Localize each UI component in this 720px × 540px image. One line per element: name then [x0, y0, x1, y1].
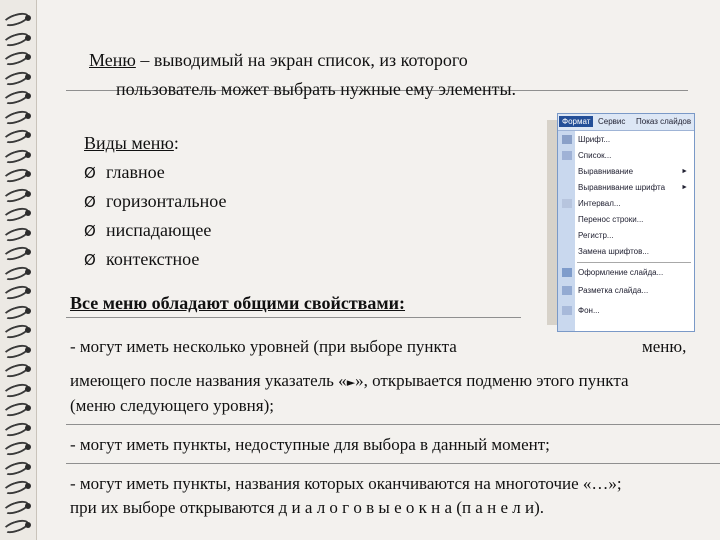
- types-item-context: Øконтекстное: [84, 249, 200, 269]
- spacing-icon: [562, 199, 572, 208]
- menu-bar-slideshow[interactable]: Показ слайдов: [636, 117, 691, 126]
- list-icon: [562, 151, 572, 160]
- menu-item-spacing[interactable]: Интервал...: [562, 196, 690, 212]
- menu-icon-gutter: [558, 131, 575, 331]
- menu-item-align[interactable]: Выравнивание ►: [578, 164, 690, 180]
- spiral-ring: [3, 285, 33, 297]
- spiral-ring: [3, 500, 33, 512]
- menu-bar-format[interactable]: Формат: [559, 116, 594, 127]
- property-1-line-2: имеющего после названия указатель «►», о…: [70, 371, 629, 390]
- spiral-ring: [3, 110, 33, 122]
- property-1-line-1b: меню,: [642, 337, 687, 356]
- menu-separator: [577, 262, 691, 263]
- spiral-ring: [3, 71, 33, 83]
- slide-design-icon: [562, 268, 572, 277]
- spiral-ring: [3, 129, 33, 141]
- spiral-ring: [3, 32, 33, 44]
- bullet-arrow-icon: Ø: [84, 193, 96, 211]
- spiral-ring: [3, 51, 33, 63]
- menu-term: Меню: [89, 50, 136, 70]
- menu-bar-service[interactable]: Сервис: [598, 117, 625, 126]
- spiral-ring: [3, 344, 33, 356]
- bullet-arrow-icon: Ø: [84, 251, 96, 269]
- menu-item-font[interactable]: Шрифт...: [562, 132, 690, 148]
- bullet-arrow-icon: Ø: [84, 222, 96, 240]
- menu-item-case[interactable]: Регистр...: [578, 228, 690, 244]
- spiral-ring: [3, 149, 33, 161]
- spiral-ring: [3, 12, 33, 24]
- dialog-windows-term: д и а л о г о в ы е о к н а (п а н е л и…: [278, 498, 544, 517]
- spiral-ring: [3, 402, 33, 414]
- menu-image-shadow: [547, 120, 557, 325]
- spiral-binding: [0, 0, 37, 540]
- spiral-ring: [3, 363, 33, 375]
- spiral-ring: [3, 90, 33, 102]
- spiral-ring: [3, 188, 33, 200]
- spiral-ring: [3, 324, 33, 336]
- spiral-ring: [3, 383, 33, 395]
- property-3-line-2: при их выборе открываются д и а л о г о …: [70, 498, 544, 517]
- spiral-ring: [3, 422, 33, 434]
- types-item-dropdown: Øниспадающее: [84, 220, 212, 240]
- divider-2: [66, 463, 720, 464]
- menu-item-font-align[interactable]: Выравнивание шрифта ►: [578, 180, 690, 196]
- bullet-arrow-icon: Ø: [84, 164, 96, 182]
- definition-line-1: Меню – выводимый на экран список, из кот…: [89, 50, 468, 70]
- spiral-ring: [3, 480, 33, 492]
- submenu-arrow-icon: ►: [681, 184, 688, 191]
- menu-item-slide-design[interactable]: Оформление слайда...: [562, 265, 690, 281]
- menu-item-slide-layout[interactable]: Разметка слайда...: [562, 283, 690, 299]
- property-2: - могут иметь пункты, недоступные для вы…: [70, 435, 550, 454]
- property-1-line-1a: - могут иметь несколько уровней (при выб…: [70, 337, 457, 356]
- spiral-ring: [3, 246, 33, 258]
- spiral-ring: [3, 207, 33, 219]
- types-item-main: Øглавное: [84, 162, 165, 182]
- property-1-line-3: (меню следующего уровня);: [70, 396, 274, 415]
- spiral-ring: [3, 305, 33, 317]
- spiral-ring: [3, 227, 33, 239]
- format-menu-screenshot: Формат Сервис Показ слайдов Шрифт... Спи…: [557, 113, 695, 332]
- submenu-arrow-icon: ►: [346, 376, 356, 389]
- menu-item-replace-fonts[interactable]: Замена шрифтов...: [578, 244, 690, 260]
- types-item-horizontal: Øгоризонтальное: [84, 191, 227, 211]
- slide-layout-icon: [562, 286, 572, 295]
- font-icon: [562, 135, 572, 144]
- types-heading: Виды меню:: [84, 133, 179, 153]
- property-3-line-1: - могут иметь пункты, названия которых о…: [70, 474, 622, 493]
- background-icon: [562, 306, 572, 315]
- spiral-ring: [3, 266, 33, 278]
- properties-heading: Все меню обладают общими свойствами:: [70, 293, 406, 313]
- spiral-ring: [3, 461, 33, 473]
- spiral-ring: [3, 168, 33, 180]
- spiral-ring: [3, 441, 33, 453]
- menu-item-line-break[interactable]: Перенос строки...: [578, 212, 690, 228]
- menu-item-list[interactable]: Список...: [562, 148, 690, 164]
- definition-line-2: пользователь может выбрать нужные ему эл…: [116, 79, 517, 99]
- menu-bar: Формат Сервис Показ слайдов: [558, 114, 694, 131]
- divider-1: [66, 424, 720, 425]
- divider-props: [66, 317, 521, 318]
- menu-item-background[interactable]: Фон...: [562, 303, 690, 319]
- submenu-arrow-icon: ►: [681, 168, 688, 175]
- spiral-ring: [3, 519, 33, 531]
